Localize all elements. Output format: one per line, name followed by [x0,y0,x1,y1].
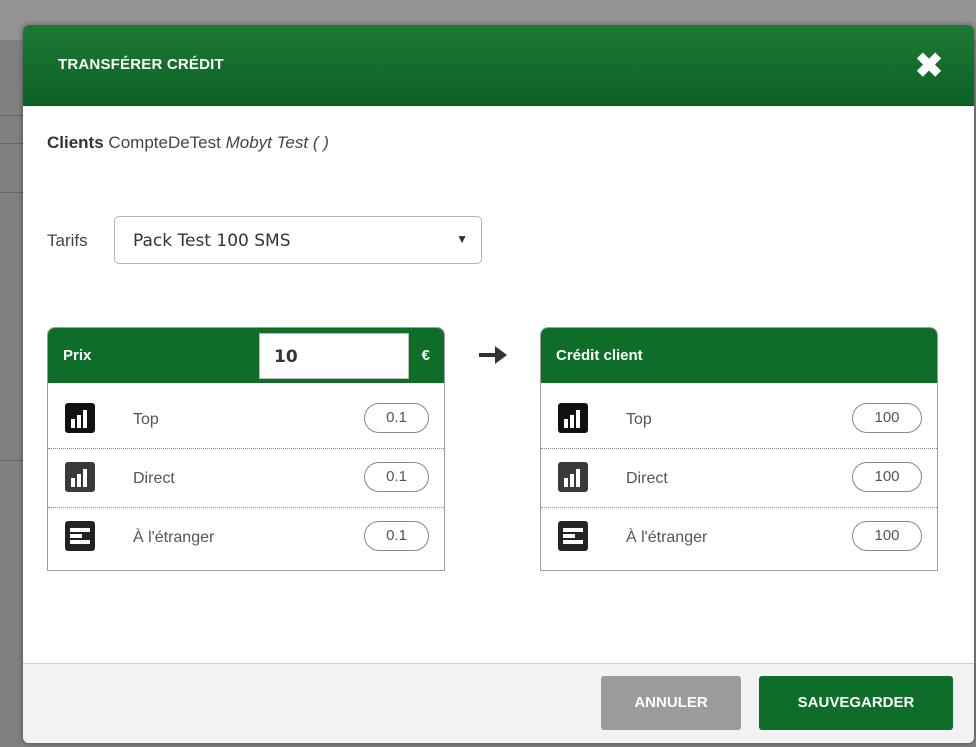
modal-title: TRANSFÉRER CRÉDIT [58,56,224,73]
modal-header: TRANSFÉRER CRÉDIT ✖ [23,25,974,106]
credit-panel: Crédit client Top 100 Direct 100 À l'étr… [540,327,938,571]
clients-label: Clients [47,133,104,152]
row-label: Direct [133,470,175,487]
list-item: Direct 100 [541,450,937,508]
save-button[interactable]: SAUVEGARDER [759,676,953,730]
chevron-down-icon: ▼ [456,232,468,246]
prix-panel-header: Prix 10 € [48,328,444,383]
transfer-credit-modal: TRANSFÉRER CRÉDIT ✖ Clients CompteDeTest… [23,25,974,743]
foreign-icon [65,521,95,551]
prix-input[interactable]: 10 [259,333,409,379]
foreign-icon [558,521,588,551]
prix-title: Prix [63,347,92,364]
row-value: 0.1 [364,521,429,551]
prix-panel: Prix 10 € Top 0.1 Direct 0.1 À l'étrange… [47,327,445,571]
client-name: Mobyt Test ( ) [225,133,329,152]
row-value: 100 [852,403,922,433]
signal-bars-icon [558,462,588,492]
row-value: 0.1 [364,462,429,492]
row-label: Direct [626,470,668,487]
list-item: Direct 0.1 [48,450,444,508]
cancel-button[interactable]: ANNULER [601,676,741,730]
list-item: Top 100 [541,391,937,449]
clients-line: Clients CompteDeTest Mobyt Test ( ) [47,133,329,153]
signal-bars-icon [65,462,95,492]
list-item: À l'étranger 0.1 [48,509,444,567]
tarifs-label: Tarifs [47,231,88,250]
row-label: À l'étranger [626,529,708,546]
currency-label: € [421,347,430,364]
row-label: Top [133,411,159,428]
signal-bars-icon [558,403,588,433]
list-item: À l'étranger 100 [541,509,937,567]
close-icon[interactable]: ✖ [912,49,946,83]
row-value: 0.1 [364,403,429,433]
client-account: CompteDeTest [108,133,221,152]
credit-panel-header: Crédit client [541,328,937,383]
tarifs-selected-value: Pack Test 100 SMS [133,231,291,251]
row-value: 100 [852,521,922,551]
arrow-right-icon [479,346,507,364]
row-value: 100 [852,462,922,492]
signal-bars-icon [65,403,95,433]
row-label: À l'étranger [133,529,215,546]
credit-title: Crédit client [556,347,643,364]
tarifs-select[interactable]: Pack Test 100 SMS ▼ [114,216,482,264]
list-item: Top 0.1 [48,391,444,449]
row-label: Top [626,411,652,428]
modal-footer: ANNULER SAUVEGARDER [23,663,974,743]
